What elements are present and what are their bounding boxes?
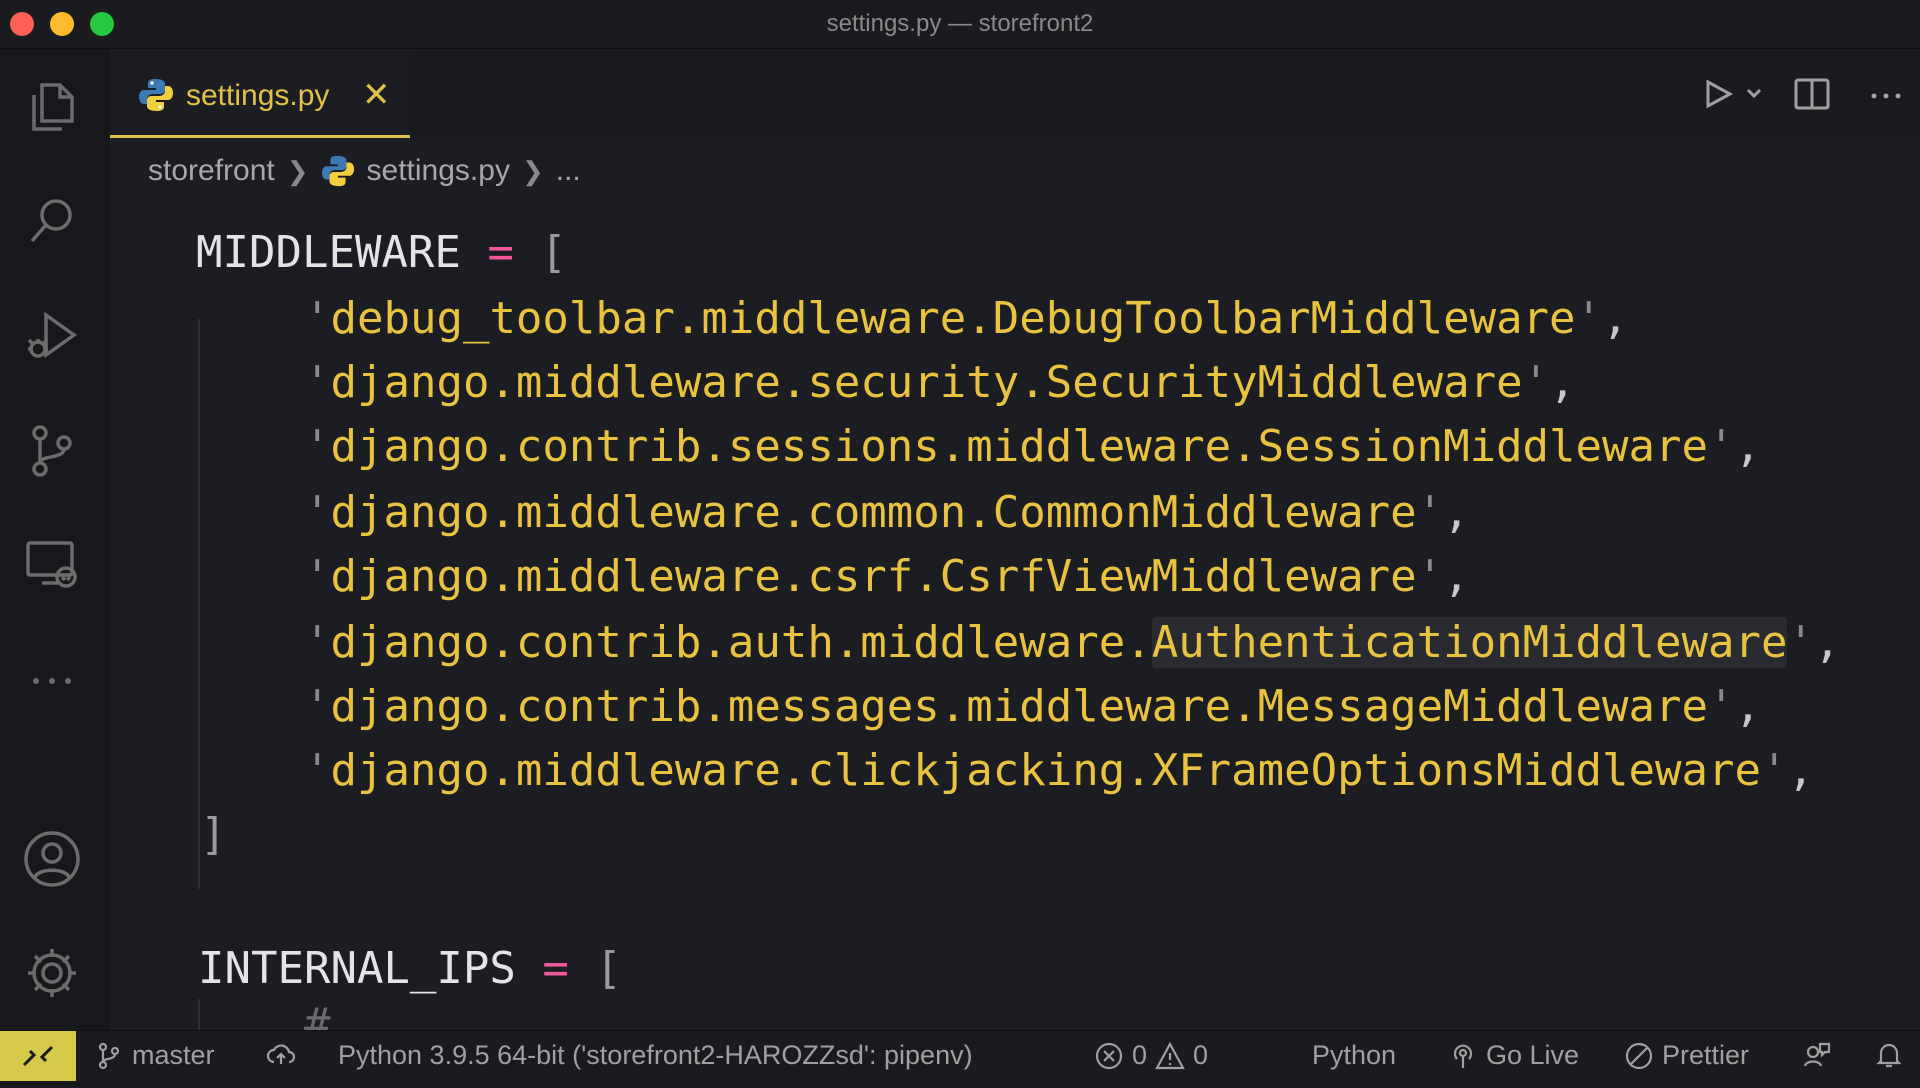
remote-icon [22,1045,54,1067]
notifications-button[interactable] [1874,1040,1904,1070]
code-line: 'django.middleware.csrf.CsrfViewMiddlewa… [304,551,1470,602]
sync-button[interactable] [266,1040,296,1070]
string-literal: django.middleware.security.SecurityMiddl… [330,357,1523,408]
tab-label: settings.py [186,79,330,112]
string-literal: django.middleware.common.CommonMiddlewar… [330,487,1417,538]
bell-icon [1876,1043,1902,1068]
title-bar: settings.py — storefront2 [0,0,1920,49]
prettier-icon [1625,1042,1653,1069]
editor-actions [1700,69,1920,119]
split-editor-icon[interactable] [1792,69,1832,119]
string-literal: django.contrib.auth.middleware. [330,617,1152,668]
problems-indicator[interactable]: 0 0 [1094,1040,1208,1071]
interpreter-label: Python 3.9.5 64-bit ('storefront2-HAROZZ… [338,1040,973,1070]
prettier-label: Prettier [1662,1040,1750,1070]
warning-count: 0 [1193,1040,1209,1070]
prettier-button[interactable]: Prettier [1624,1040,1749,1071]
variable-name: MIDDLEWARE [196,227,461,278]
run-file-button[interactable] [1700,69,1770,119]
string-literal: django.contrib.messages.middleware.Messa… [330,681,1709,732]
code-line: 'django.middleware.common.CommonMiddlewa… [304,487,1470,538]
python-file-icon [321,155,354,187]
branch-name: master [132,1040,215,1070]
code-line: # [304,993,331,1033]
run-debug-icon[interactable] [20,303,84,367]
code-line: ] [200,803,227,867]
chevron-right-icon: ❯ [521,155,544,186]
warning-icon [1155,1041,1185,1069]
code-line: MIDDLEWARE = [ [196,221,567,285]
breadcrumb: storefront ❯ settings.py ❯ ... [148,147,581,195]
python-interpreter[interactable]: Python 3.9.5 64-bit ('storefront2-HAROZZ… [338,1040,973,1071]
breadcrumb-file[interactable]: settings.py [367,154,510,188]
language-mode[interactable]: Python [1312,1040,1396,1071]
source-control-icon[interactable] [20,419,84,483]
string-literal: django.middleware.csrf.CsrfViewMiddlewar… [330,551,1417,602]
chevron-right-icon: ❯ [286,155,309,186]
explorer-icon[interactable] [20,75,84,139]
branch-indicator[interactable]: master [94,1040,215,1071]
code-line: INTERNAL_IPS = [ [198,937,622,1001]
language-label: Python [1312,1040,1397,1070]
code-line: 'django.contrib.sessions.middleware.Sess… [304,421,1761,472]
bracket: ] [200,809,227,860]
error-icon [1095,1042,1123,1069]
operator: = [542,943,569,994]
editor-area: settings.py ✕ storefront ❯ settings.py ❯… [110,49,1920,1033]
string-literal: django.middleware.clickjacking.XFrameOpt… [330,745,1761,796]
cloud-upload-icon [266,1044,296,1064]
code-line: 'django.middleware.clickjacking.XFrameOp… [304,745,1814,796]
word-highlight: AuthenticationMiddleware [1151,617,1788,668]
gear-icon[interactable] [20,941,84,1005]
code-line: 'django.contrib.auth.middleware.Authenti… [304,617,1841,668]
code-line: 'django.middleware.security.SecurityMidd… [304,357,1576,408]
status-bar: master Python 3.9.5 64-bit ('storefront2… [0,1030,1920,1081]
code-line: 'debug_toolbar.middleware.DebugToolbarMi… [304,293,1629,344]
tab-bar: settings.py ✕ [110,49,1920,138]
more-actions-icon[interactable] [1866,69,1906,119]
branch-icon [98,1042,120,1069]
remote-explorer-icon[interactable] [20,533,84,597]
account-icon[interactable] [20,827,84,891]
activity-bar [0,49,110,1030]
error-count: 0 [1132,1040,1148,1070]
tab-close-icon[interactable]: ✕ [362,75,391,115]
feedback-button[interactable] [1802,1040,1832,1070]
breadcrumb-more[interactable]: ... [556,154,581,188]
operator: = [487,227,514,278]
go-live-button[interactable]: Go Live [1448,1040,1579,1071]
tab-settings-py[interactable]: settings.py ✕ [110,49,410,138]
bracket: [ [595,943,622,994]
remote-indicator-button[interactable] [0,1031,76,1081]
window-title: settings.py — storefront2 [826,10,1094,37]
comment: # [304,999,331,1033]
broadcast-icon [1453,1044,1473,1068]
breadcrumb-folder[interactable]: storefront [148,154,275,188]
variable-name: INTERNAL_IPS [198,943,516,994]
python-file-icon [139,79,173,111]
string-literal: django.contrib.sessions.middleware.Sessi… [330,421,1709,472]
more-icon[interactable] [20,649,84,713]
indent-guide [198,999,200,1030]
go-live-label: Go Live [1486,1040,1580,1070]
search-icon[interactable] [20,189,84,253]
feedback-icon [1803,1042,1831,1067]
code-line: 'django.contrib.messages.middleware.Mess… [304,681,1761,732]
string-literal: debug_toolbar.middleware.DebugToolbarMid… [330,293,1576,344]
bracket: [ [540,227,567,278]
